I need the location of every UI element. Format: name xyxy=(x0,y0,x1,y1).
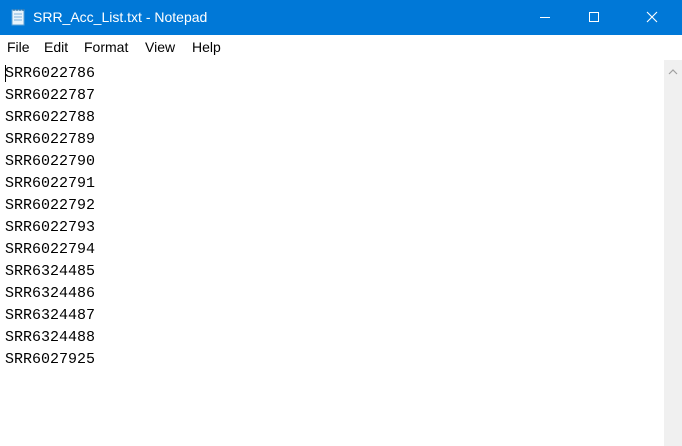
minimize-button[interactable] xyxy=(522,0,568,35)
text-caret xyxy=(5,65,6,82)
menu-bar: File Edit Format View Help xyxy=(0,35,682,59)
title-bar[interactable]: SRR_Acc_List.txt - Notepad xyxy=(0,0,682,35)
menu-edit[interactable]: Edit xyxy=(44,39,68,56)
text-line: SRR6022788 xyxy=(5,109,96,126)
text-line: SRR6022787 xyxy=(5,87,96,104)
text-lines: SRR6022786 SRR6022787 SRR6022788 SRR6022… xyxy=(5,63,95,371)
text-line: SRR6324486 xyxy=(5,285,96,302)
menu-help[interactable]: Help xyxy=(192,39,221,56)
menu-file[interactable]: File xyxy=(7,39,30,56)
window-title: SRR_Acc_List.txt - Notepad xyxy=(33,9,208,25)
scroll-up-button[interactable] xyxy=(664,60,682,80)
text-line: SRR6324485 xyxy=(5,263,96,280)
text-editor[interactable]: SRR6022786 SRR6022787 SRR6022788 SRR6022… xyxy=(0,60,664,446)
notepad-window: SRR_Acc_List.txt - Notepad File Edit For… xyxy=(0,0,682,446)
maximize-button[interactable] xyxy=(571,0,617,35)
text-line: SRR6324488 xyxy=(5,329,96,346)
close-icon xyxy=(646,8,658,27)
maximize-icon xyxy=(588,8,600,27)
text-line: SRR6022794 xyxy=(5,241,96,258)
text-line: SRR6022786 xyxy=(5,65,96,82)
vertical-scrollbar[interactable] xyxy=(664,60,682,446)
text-line: SRR6324487 xyxy=(5,307,96,324)
notepad-icon xyxy=(9,8,27,26)
text-line: SRR6022790 xyxy=(5,153,96,170)
scroll-up-arrow-icon xyxy=(668,61,678,80)
menu-view[interactable]: View xyxy=(145,39,175,56)
close-button[interactable] xyxy=(629,0,675,35)
text-line: SRR6027925 xyxy=(5,351,96,368)
minimize-icon xyxy=(539,8,551,27)
menu-format[interactable]: Format xyxy=(84,39,128,56)
text-line: SRR6022793 xyxy=(5,219,96,236)
text-line: SRR6022791 xyxy=(5,175,96,192)
text-line: SRR6022789 xyxy=(5,131,96,148)
text-line: SRR6022792 xyxy=(5,197,96,214)
